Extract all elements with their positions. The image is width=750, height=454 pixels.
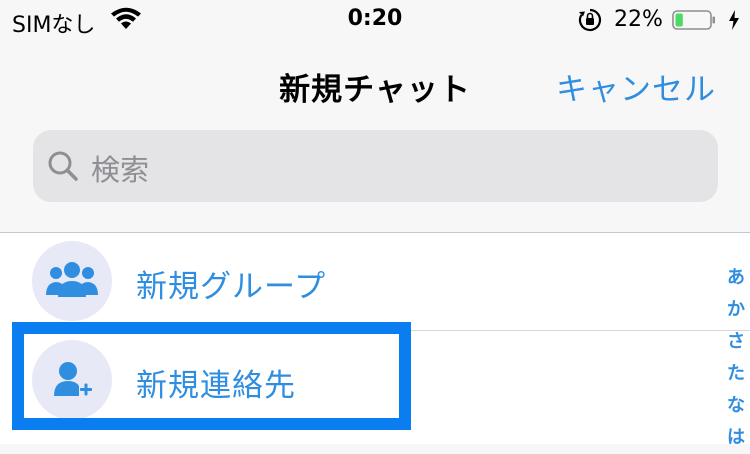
new-group-label: 新規グループ [136, 269, 327, 305]
status-bar: SIMなし 0:20 22% [0, 0, 750, 40]
row-divider [134, 330, 750, 331]
search-icon [48, 151, 78, 181]
index-letter[interactable]: は [724, 422, 748, 454]
contact-avatar [32, 340, 112, 420]
battery-percent: 22% [614, 7, 663, 32]
group-avatar [32, 241, 112, 321]
index-letter[interactable]: か [724, 294, 748, 326]
section-index[interactable]: あ か さ た な は [724, 262, 748, 454]
index-letter[interactable]: さ [724, 326, 748, 358]
cancel-button[interactable]: キャンセル [556, 64, 716, 109]
charging-bolt-icon [729, 10, 739, 30]
search-placeholder: 検索 [91, 153, 150, 187]
search-bar[interactable]: 検索 [33, 130, 718, 202]
index-letter[interactable]: な [724, 390, 748, 422]
add-contact-icon [54, 362, 92, 396]
orientation-lock-icon [578, 8, 602, 32]
battery-icon [672, 10, 715, 30]
contact-list: 新規グループ 新規連絡先 [0, 232, 750, 444]
new-contact-row[interactable]: 新規連絡先 [0, 332, 720, 430]
index-letter[interactable]: あ [724, 262, 748, 294]
group-icon [46, 262, 98, 297]
index-letter[interactable]: た [724, 358, 748, 390]
new-contact-label: 新規連絡先 [136, 368, 296, 404]
new-group-row[interactable]: 新規グループ [0, 233, 750, 331]
